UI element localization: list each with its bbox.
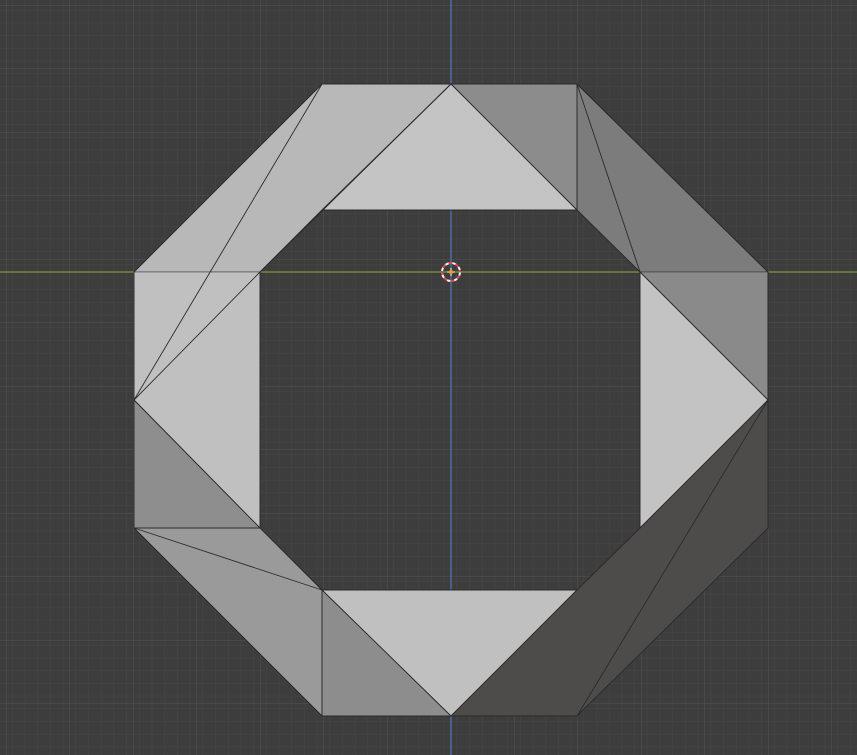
3d-viewport[interactable] [0,0,857,755]
